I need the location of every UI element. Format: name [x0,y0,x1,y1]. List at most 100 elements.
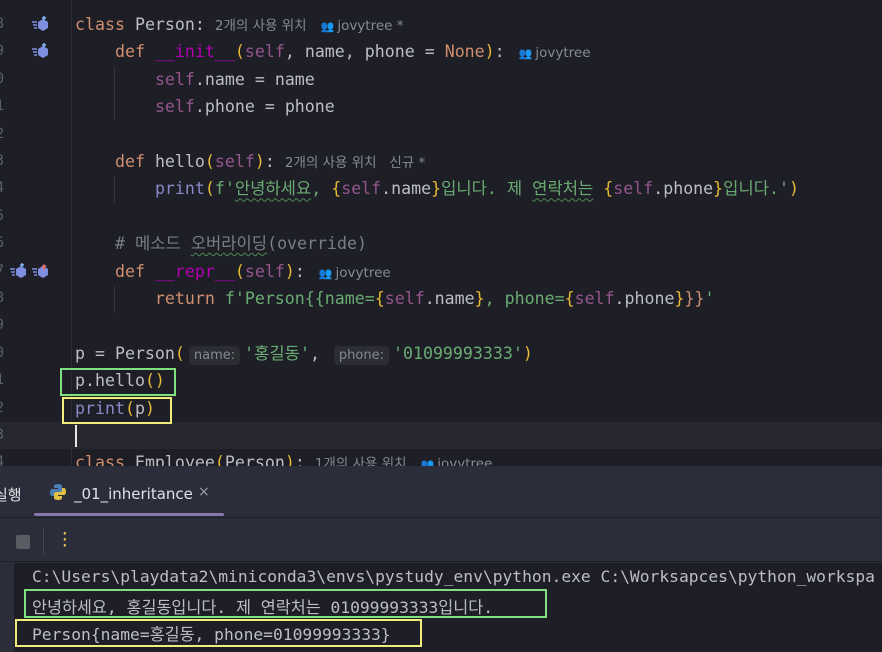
people-icon: 👥 [318,266,333,280]
code-text: print(f'안녕하세요, {self.name}입니다. 제 연락처는 {s… [75,178,799,199]
code-token: } [474,289,485,308]
close-tab-icon[interactable]: × [198,484,210,500]
code-token: 입니다. 제 [441,179,533,199]
toolbar-divider [43,527,44,555]
code-token: , name, phone = [284,42,445,62]
author-name: jovytree [335,264,391,281]
code-text: def hello(self): 2개의 사용 위치 신규 * [75,151,425,174]
code-token: , [309,343,330,363]
code-token: Person [224,453,285,466]
code-line[interactable]: 13 def hello(self):2개의 사용 위치 신규 * [0,148,882,175]
code-token: , [311,179,332,199]
code-token: : [194,15,205,34]
code-token: '01099993333' [392,343,523,363]
line-number: 9 [0,43,4,59]
code-token: self [341,179,382,199]
code-token: .phone [653,179,714,199]
line-number: 14 [0,180,4,196]
author-name: jovytree * [337,18,404,34]
code-token: ) [254,152,265,171]
author-name: jovytree [437,456,493,466]
code-token: .name = name [194,69,315,89]
code-token: None [444,42,485,62]
code-token: { [331,179,342,199]
code-line[interactable]: 12 [0,121,882,148]
code-line[interactable]: 20 p = Person(name:'홍길동', phone:'01099993… [0,340,882,367]
code-line[interactable]: 11 self.phone = phone [0,93,882,120]
code-token: : [294,453,305,466]
author-hint[interactable]: 👥 jovytree [421,456,493,466]
code-token: ( [234,261,245,281]
stop-icon[interactable] [16,535,30,549]
author-name: jovytree [535,45,591,62]
override-method-icon[interactable] [32,43,50,59]
line-number: 11 [0,98,4,114]
highlight-box-print-call [62,397,172,424]
usages-hint[interactable]: 2개의 사용 위치 신규 * [285,155,425,171]
code-token: ) [522,343,533,363]
run-panel: 실행 _01_inheritance × · · · C:\Users\playda… [0,466,882,652]
code-line[interactable]: 18 return f'Person{{name={self.name}, ph… [0,285,882,312]
run-toolbar: · · · [0,519,882,562]
usages-hint[interactable]: 1개의 사용 위치 [315,456,407,466]
code-editor[interactable]: 8class Person:2개의 사용 위치👥jovytree *9 def … [0,0,882,466]
code-line[interactable]: 23 [0,422,882,449]
code-token: def [75,261,155,281]
code-token: { [603,179,614,199]
code-line[interactable]: 17 def __repr__(self): 👥jovytree [0,258,882,285]
author-hint[interactable]: 👥 jovytree [519,45,591,61]
more-options-icon[interactable]: · · · [60,526,70,554]
code-token: ) [484,42,495,62]
author-hint[interactable]: 👥 jovytree * [321,18,404,34]
code-line[interactable]: 9 def __init__(self, name, phone = None)… [0,38,882,65]
code-line[interactable]: 19 [0,312,882,339]
code-token: { [564,289,575,308]
code-token: __init__ [154,42,235,62]
code-token: , phone= [484,289,565,308]
highlight-box-hello-output [24,589,547,618]
code-line[interactable]: 8 class Person:2개의 사용 위치 👥jovytree * [0,11,882,38]
code-token: self [613,179,654,199]
code-token: 오버라이딩 [190,234,268,254]
code-line[interactable]: 14 print(f'안녕하세요, {self.name}입니다. 제 연락처는… [0,175,882,202]
author-hint[interactable]: 👥 jovytree [319,265,391,281]
console-output[interactable]: C:\Users\playdata2\miniconda3\envs\pystu… [14,563,882,652]
code-line[interactable]: 10 self.name = name [0,66,882,93]
line-number: 17 [0,263,4,279]
code-token: 입니다.' [723,179,789,199]
code-text: # 메소드 오버라이딩(override) [75,233,367,254]
code-token: ( [204,179,215,199]
override-method-icon[interactable] [10,262,28,279]
active-tab-indicator [34,513,224,516]
code-token: self [154,97,195,117]
code-token: self [574,289,615,308]
tab-01-inheritance[interactable]: _01_inheritance × [34,466,224,516]
code-text: return f'Person{{name={self.name}, phone… [75,288,715,309]
code-line[interactable]: 24 class Employee(Person):1개의 사용 위치 👥jovyt… [0,449,882,466]
code-line[interactable]: 15 [0,203,882,230]
line-number: 10 [0,71,4,87]
code-line[interactable]: 16 # 메소드 오버라이딩(override) [0,230,882,257]
line-number: 8 [0,16,4,32]
code-token: : [264,152,275,171]
line-number: 16 [0,235,4,251]
code-token: ( [204,152,215,171]
code-token: print [154,179,205,199]
code-token: ( [234,42,245,62]
code-token: # 메소드 [75,234,191,254]
code-token: .phone [614,289,675,308]
code-token: 연락처는 [532,179,594,199]
parameter-hint: phone: [333,345,389,365]
line-number: 24 [0,454,4,466]
overridden-method-icon[interactable] [32,263,50,279]
line-number: 15 [0,208,4,224]
code-token: __repr__ [154,261,235,281]
line-number: 21 [0,372,4,388]
code-token: self [214,152,255,171]
usages-hint[interactable]: 2개의 사용 위치 [215,18,307,34]
override-method-icon[interactable] [32,16,50,32]
code-token: p = Person [75,343,175,363]
line-number: 13 [0,153,4,169]
code-token: self [154,69,195,89]
